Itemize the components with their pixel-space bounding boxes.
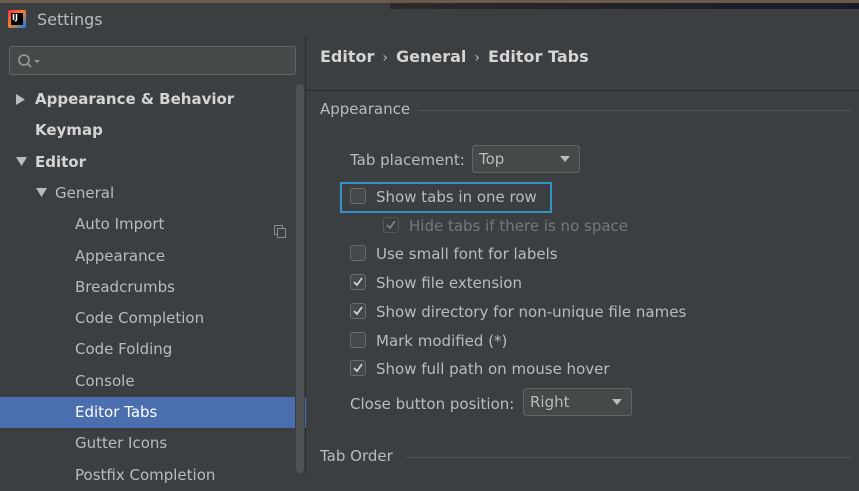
tree-item-label: Code Folding — [75, 340, 173, 359]
tree-item-label: Gutter Icons — [75, 434, 168, 453]
copy-settings-icon — [274, 218, 286, 239]
close-button-position-label: Close button position: — [350, 395, 515, 413]
checkbox[interactable] — [350, 245, 366, 261]
settings-sidebar: Appearance & Behavior Keymap Editor General… — [0, 36, 306, 484]
tree-item[interactable]: Keymap — [0, 115, 306, 146]
tree-item[interactable]: Editor — [0, 147, 306, 178]
tab-placement-label: Tab placement: — [350, 151, 465, 169]
tree-item-label: Auto Import — [75, 215, 165, 234]
tree-item[interactable]: Appearance & Behavior — [0, 84, 306, 115]
breadcrumb-editor-tabs: Editor Tabs — [488, 47, 589, 66]
checkmark-icon — [353, 277, 363, 287]
header-divider — [306, 90, 859, 91]
tree-item-label: Editor — [35, 152, 86, 171]
checkbox-label[interactable]: Use small font for labels — [376, 243, 558, 265]
tree-item-label: Appearance & Behavior — [35, 90, 235, 108]
checkbox[interactable] — [350, 274, 366, 290]
search-input[interactable] — [9, 46, 296, 75]
tree-item-label: General — [55, 183, 115, 202]
search-icon — [18, 54, 40, 68]
settings-content: Editor › General › Editor Tabs Appearance Ta… — [306, 36, 859, 473]
focus-highlight — [340, 182, 552, 213]
checkmark-icon — [353, 363, 363, 373]
tree-item[interactable]: Gutter Icons — [0, 428, 306, 459]
expand-down-icon[interactable] — [36, 178, 48, 209]
checkbox-label[interactable]: Show directory for non-unique file names — [376, 301, 686, 323]
checkbox-label[interactable]: Show file extension — [376, 272, 522, 294]
expand-down-icon[interactable] — [16, 147, 28, 178]
checkbox[interactable] — [350, 360, 366, 376]
checkbox[interactable] — [350, 332, 366, 348]
appearance-group-title: Appearance — [320, 100, 411, 118]
tree-item[interactable]: General — [0, 178, 306, 209]
tree-item[interactable]: Code Folding — [0, 334, 306, 365]
tree-item-label: Keymap — [35, 121, 103, 140]
checkbox[interactable] — [350, 303, 366, 319]
tab-placement-value: Top — [479, 150, 505, 168]
tree-item[interactable]: Breadcrumbs — [0, 272, 306, 303]
tree-item[interactable]: Postfix Completion — [0, 460, 306, 491]
chevron-down-icon — [560, 156, 570, 162]
breadcrumb: Editor › General › Editor Tabs — [320, 47, 589, 66]
checkmark-icon — [353, 306, 363, 316]
close-button-position-select[interactable]: Right — [523, 388, 632, 416]
breadcrumb-separator: › — [474, 50, 481, 66]
tree-item-label: Console — [75, 371, 135, 390]
tab-order-group-line — [406, 457, 852, 458]
breadcrumb-editor[interactable]: Editor — [320, 47, 374, 66]
expand-right-icon[interactable] — [16, 84, 28, 115]
appearance-group-line — [418, 110, 852, 111]
title-bar: IJ Settings — [0, 0, 859, 36]
tree-item[interactable]: Console — [0, 366, 306, 397]
breadcrumb-general[interactable]: General — [396, 47, 466, 66]
checkmark-icon — [386, 220, 396, 230]
checkbox-label[interactable]: Show full path on mouse hover — [376, 358, 610, 380]
tree-item-label: Breadcrumbs — [75, 277, 175, 296]
sidebar-scrollbar[interactable] — [295, 84, 305, 473]
tree-item[interactable]: Editor Tabs — [0, 397, 306, 428]
close-button-position-value: Right — [530, 393, 570, 411]
tree-item[interactable]: Code Completion — [0, 303, 306, 334]
tree-item[interactable]: Auto Import — [0, 209, 306, 240]
tree-item-label: Code Completion — [75, 309, 205, 328]
tree-item-label: Appearance — [75, 246, 166, 265]
window-title: Settings — [37, 10, 103, 29]
tree-item-label: Editor Tabs — [75, 403, 158, 421]
checkbox-label: Hide tabs if there is no space — [409, 217, 629, 235]
checkbox-label[interactable]: Mark modified (*) — [376, 330, 507, 352]
intellij-app-icon: IJ — [8, 10, 26, 28]
tab-placement-select[interactable]: Top — [472, 145, 580, 173]
breadcrumb-separator: › — [382, 50, 389, 66]
background-strip — [390, 3, 859, 9]
tree-item-label: Postfix Completion — [75, 465, 216, 484]
tree-item[interactable]: Appearance — [0, 241, 306, 272]
checkbox — [383, 217, 399, 233]
chevron-down-icon — [612, 399, 622, 405]
tab-order-group-title: Tab Order — [320, 447, 393, 465]
sidebar-scroll-thumb[interactable] — [296, 84, 304, 473]
